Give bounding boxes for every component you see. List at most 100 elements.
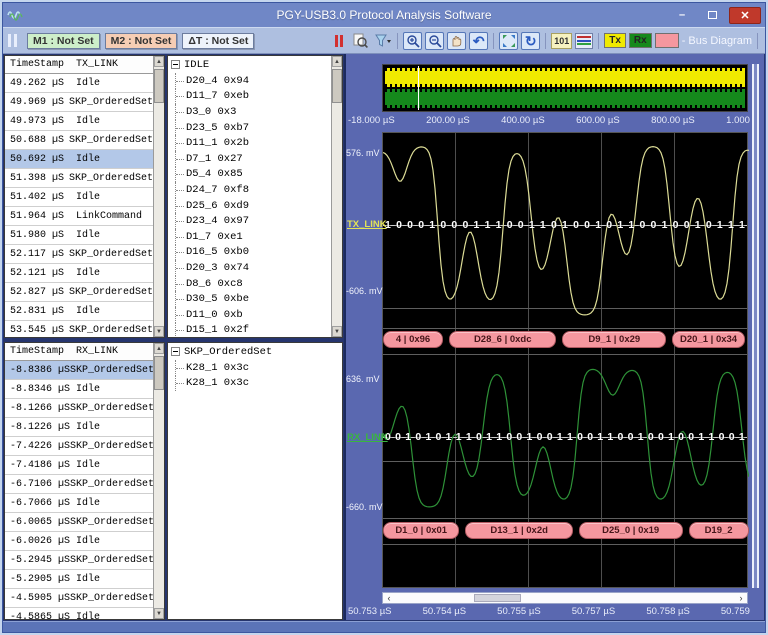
table-row[interactable]: -6.0065 µS SKP_OrderedSet <box>5 513 153 532</box>
scroll-right-icon[interactable]: › <box>735 593 747 603</box>
tree-root-idle[interactable]: IDLE <box>168 56 342 73</box>
signal-overview-bar[interactable] <box>382 64 748 112</box>
tree-item[interactable]: D23_4 0x97 <box>168 213 342 229</box>
tree-item[interactable]: K28_1 0x3c <box>168 376 342 392</box>
table-row[interactable]: 49.262 µS Idle <box>5 74 153 93</box>
tree-item[interactable]: D11_7 0xeb <box>168 89 342 105</box>
table-row[interactable]: -8.8386 µS SKP_OrderedSet <box>5 361 153 380</box>
table-row[interactable]: -8.8346 µS Idle <box>5 380 153 399</box>
table-row[interactable]: 52.827 µS SKP_OrderedSet <box>5 283 153 302</box>
fit-screen-icon[interactable] <box>499 32 518 50</box>
table-row[interactable]: -5.2905 µS Idle <box>5 570 153 589</box>
symbol-capsule[interactable]: D1_0 | 0x01 <box>383 522 459 539</box>
symbol-capsule[interactable]: 4 | 0x96 <box>383 331 443 348</box>
table-row[interactable]: -6.7106 µS SKP_OrderedSet <box>5 475 153 494</box>
close-button[interactable]: ✕ <box>729 7 761 24</box>
table-row[interactable]: 50.692 µS Idle <box>5 150 153 169</box>
column-header-rx-link[interactable]: RX_LINK <box>76 346 118 357</box>
zoom-in-icon[interactable] <box>403 32 422 50</box>
pause-icon[interactable] <box>8 34 17 47</box>
minimize-button[interactable]: – <box>669 7 695 24</box>
tree-root-skp[interactable]: SKP_OrderedSet <box>168 343 342 360</box>
scrollbar-thumb[interactable] <box>154 69 164 103</box>
rx-link-label[interactable]: RX_LINK <box>347 432 388 443</box>
scrollbar-thumb[interactable] <box>332 69 342 103</box>
tree-item[interactable]: D5_4 0x85 <box>168 167 342 183</box>
collapse-icon[interactable] <box>171 347 180 356</box>
table-row[interactable]: 52.831 µS Idle <box>5 302 153 321</box>
symbol-capsule[interactable]: D13_1 | 0x2d <box>465 522 572 539</box>
bus-listing-icon[interactable] <box>575 33 593 49</box>
table-row[interactable]: 49.969 µS SKP_OrderedSet <box>5 93 153 112</box>
scroll-up-icon[interactable]: ▲ <box>332 56 342 67</box>
table-row[interactable]: -8.1266 µS SKP_OrderedSet <box>5 399 153 418</box>
waveform-vertical-scrollbar[interactable] <box>752 64 759 588</box>
tree-item[interactable]: D23_5 0xb7 <box>168 120 342 136</box>
marker-button[interactable]: M1 : Not Set <box>27 33 100 49</box>
scroll-down-icon[interactable]: ▼ <box>154 326 164 337</box>
table-row[interactable]: 51.402 µS Idle <box>5 188 153 207</box>
pan-hand-icon[interactable] <box>447 32 466 50</box>
table-row[interactable]: -6.7066 µS Idle <box>5 494 153 513</box>
refresh-icon[interactable]: ↻ <box>521 32 540 50</box>
marker-button[interactable]: M2 : Not Set <box>105 33 178 49</box>
marker-button[interactable]: ΔT : Not Set <box>182 33 254 49</box>
scroll-up-icon[interactable]: ▲ <box>154 56 164 67</box>
scroll-up-icon[interactable]: ▲ <box>154 343 164 354</box>
tree-item[interactable]: D20_3 0x74 <box>168 260 342 276</box>
tree-item[interactable]: D25_6 0xd9 <box>168 198 342 214</box>
tree-item[interactable]: D16_5 0xb0 <box>168 245 342 261</box>
tx-color-swatch[interactable]: Tx <box>604 33 626 48</box>
tree-item[interactable]: D3_0 0x3 <box>168 104 342 120</box>
tree-item[interactable]: K28_1 0x3c <box>168 360 342 376</box>
rx-table-header[interactable]: TimeStamp RX_LINK <box>5 343 164 361</box>
filter-icon[interactable] <box>373 32 392 50</box>
table-row[interactable]: -7.4186 µS Idle <box>5 456 153 475</box>
symbol-capsule[interactable]: D28_6 | 0xdc <box>449 331 556 348</box>
stop-pause-icon[interactable] <box>329 32 348 50</box>
tree-item[interactable]: D8_6 0xc8 <box>168 276 342 292</box>
scrollbar-thumb[interactable] <box>154 356 164 390</box>
tree-item[interactable]: D11_0 0xb <box>168 307 342 323</box>
waveform-canvas[interactable]: 100010001110011010010110010010111 001010… <box>382 132 748 588</box>
digital-view-icon[interactable]: 101 <box>551 33 572 49</box>
table-row[interactable]: 51.964 µS LinkCommand <box>5 207 153 226</box>
waveform-horizontal-scrollbar[interactable]: ‹ › <box>382 592 748 604</box>
tree-item[interactable]: D15_1 0x2f <box>168 323 342 339</box>
table-row[interactable]: -4.5905 µS SKP_OrderedSet <box>5 589 153 608</box>
overview-cursor[interactable] <box>418 66 419 110</box>
scrollbar-thumb[interactable] <box>474 594 521 602</box>
zoom-out-icon[interactable] <box>425 32 444 50</box>
search-decode-icon[interactable] <box>351 32 370 50</box>
title-bar[interactable]: PGY-USB3.0 Protocol Analysis Software – … <box>3 3 765 27</box>
tx-tree-scrollbar[interactable]: ▲ ▼ <box>331 56 342 337</box>
tx-table-scrollbar[interactable]: ▲ ▼ <box>153 56 164 337</box>
table-row[interactable]: 51.980 µS Idle <box>5 226 153 245</box>
undo-icon[interactable]: ↶ <box>469 32 488 50</box>
maximize-button[interactable] <box>699 7 725 24</box>
rx-table-scrollbar[interactable]: ▲ ▼ <box>153 343 164 619</box>
tree-item[interactable]: D1_7 0xe1 <box>168 229 342 245</box>
table-row[interactable]: -6.0026 µS Idle <box>5 532 153 551</box>
tree-item[interactable]: D24_7 0xf8 <box>168 182 342 198</box>
column-header-timestamp[interactable]: TimeStamp <box>10 59 76 70</box>
tree-item[interactable]: D30_5 0xbe <box>168 291 342 307</box>
table-row[interactable]: 49.973 µS Idle <box>5 112 153 131</box>
scroll-down-icon[interactable]: ▼ <box>332 326 342 337</box>
collapse-icon[interactable] <box>171 60 180 69</box>
tx-table-header[interactable]: TimeStamp TX_LINK <box>5 56 164 74</box>
tx-link-label[interactable]: TX_LINK <box>347 219 387 230</box>
symbol-capsule[interactable]: D9_1 | 0x29 <box>562 331 666 348</box>
scroll-down-icon[interactable]: ▼ <box>154 608 164 619</box>
table-row[interactable]: 52.121 µS Idle <box>5 264 153 283</box>
symbol-capsule[interactable]: D25_0 | 0x19 <box>579 522 683 539</box>
table-row[interactable]: 52.117 µS SKP_OrderedSet <box>5 245 153 264</box>
table-row[interactable]: -8.1226 µS Idle <box>5 418 153 437</box>
symbol-capsule[interactable]: D20_1 | 0x34 <box>672 331 745 348</box>
table-row[interactable]: 51.398 µS SKP_OrderedSet <box>5 169 153 188</box>
table-row[interactable]: -5.2945 µS SKP_OrderedSet <box>5 551 153 570</box>
tree-item[interactable]: D20_4 0x94 <box>168 73 342 89</box>
symbol-capsule[interactable]: D19_2 <box>689 522 749 539</box>
column-header-tx-link[interactable]: TX_LINK <box>76 59 118 70</box>
tree-item[interactable]: D7_1 0x27 <box>168 151 342 167</box>
